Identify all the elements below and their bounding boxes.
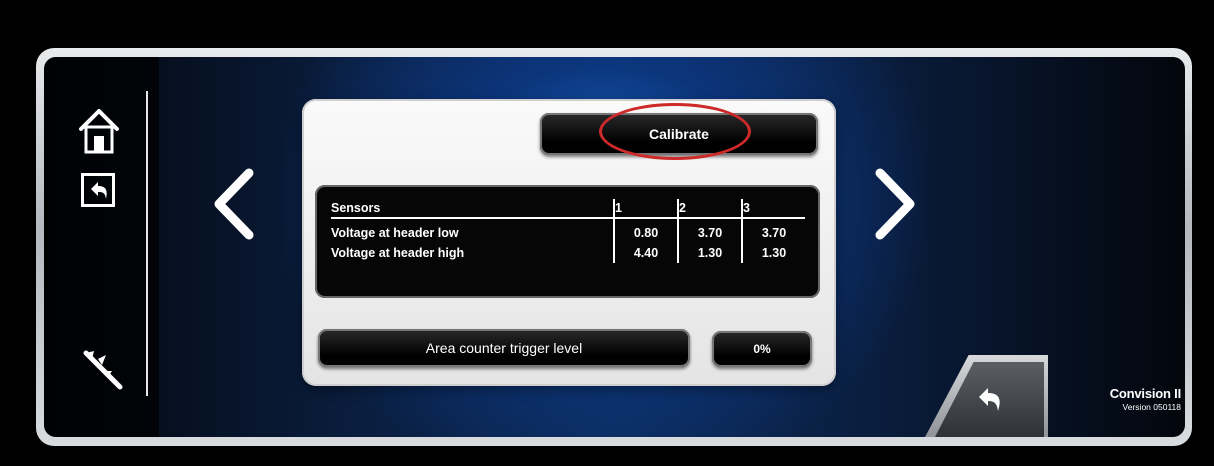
cell-voltage-low-3: 3.70 (741, 223, 805, 243)
calibrate-button-label: Calibrate (649, 126, 709, 142)
table-header-sensor-1: 1 (613, 199, 678, 219)
cell-voltage-low-2: 3.70 (677, 223, 742, 243)
area-counter-value-field[interactable]: 0% (712, 331, 812, 367)
version-label: Version 050118 (1122, 402, 1181, 412)
back-arrow-icon[interactable] (81, 173, 115, 207)
cell-voltage-high-3: 1.30 (741, 243, 805, 263)
cell-voltage-low-1: 0.80 (613, 223, 678, 243)
device-screen: Calibrate Sensors 1 2 3 Voltage at heade… (44, 57, 1185, 437)
row-label-voltage-low: Voltage at header low (331, 226, 459, 240)
area-counter-value: 0% (753, 342, 771, 356)
sensor-table: Sensors 1 2 3 Voltage at header low 0.80… (331, 199, 805, 263)
table-header-sensor-3: 3 (741, 199, 805, 219)
calibrate-button[interactable]: Calibrate (540, 113, 818, 155)
table-row: Voltage at header low 0.80 3.70 3.70 (331, 223, 805, 243)
table-header-sensors: Sensors (331, 199, 614, 219)
table-header-sensor-2: 2 (677, 199, 742, 219)
toolbar-divider (146, 91, 148, 396)
table-header-row: Sensors 1 2 3 (331, 199, 805, 219)
calibration-panel: Calibrate Sensors 1 2 3 Voltage at heade… (302, 99, 836, 386)
home-icon[interactable] (78, 107, 120, 155)
area-counter-trigger-button[interactable]: Area counter trigger level (318, 329, 690, 367)
caliper-icon[interactable] (80, 347, 124, 393)
brand-block: Convision II Version 050118 (1056, 386, 1181, 412)
return-arrow-icon[interactable] (973, 382, 1007, 416)
cell-voltage-high-1: 4.40 (613, 243, 678, 263)
cell-voltage-high-2: 1.30 (677, 243, 742, 263)
row-label-voltage-high: Voltage at header high (331, 246, 465, 260)
sensor-table-box: Sensors 1 2 3 Voltage at header low 0.80… (315, 185, 820, 298)
previous-page-icon[interactable] (209, 167, 257, 241)
brand-name: Convision II (1109, 386, 1181, 401)
area-counter-label: Area counter trigger level (425, 340, 583, 356)
next-page-icon[interactable] (872, 167, 920, 241)
table-row: Voltage at header high 4.40 1.30 1.30 (331, 243, 805, 263)
